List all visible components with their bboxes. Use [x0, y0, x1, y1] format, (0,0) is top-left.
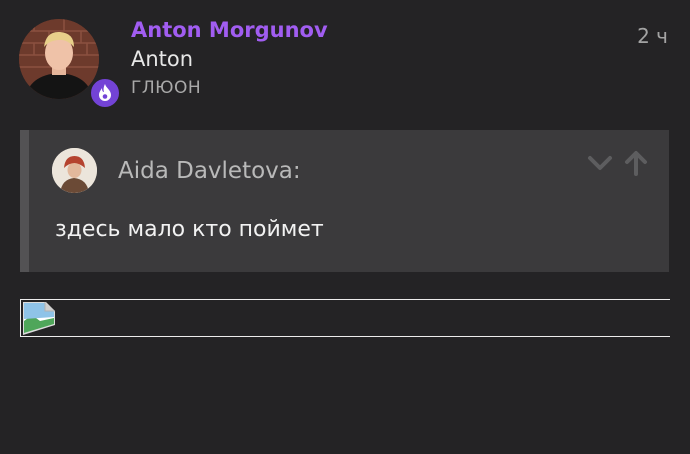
quote-author-avatar[interactable]: [52, 148, 97, 193]
broken-image-icon: [23, 302, 55, 335]
broken-image[interactable]: [20, 299, 670, 337]
post-date[interactable]: 2 ч: [637, 24, 668, 48]
chevron-down-icon[interactable]: [587, 150, 613, 176]
author-name[interactable]: Anton Morgunov: [131, 18, 328, 42]
author-avatar[interactable]: [19, 19, 99, 99]
author-title: ГЛЮОН: [131, 78, 202, 98]
arrow-up-icon[interactable]: [623, 150, 649, 176]
quote-author[interactable]: Aida Davletova:: [118, 158, 301, 184]
author-nick: Anton: [131, 47, 194, 71]
flame-icon: [89, 77, 121, 109]
quote-block: Aida Davletova: здесь мало кто поймет: [20, 130, 669, 272]
quote-text: здесь мало кто поймет: [55, 217, 324, 242]
